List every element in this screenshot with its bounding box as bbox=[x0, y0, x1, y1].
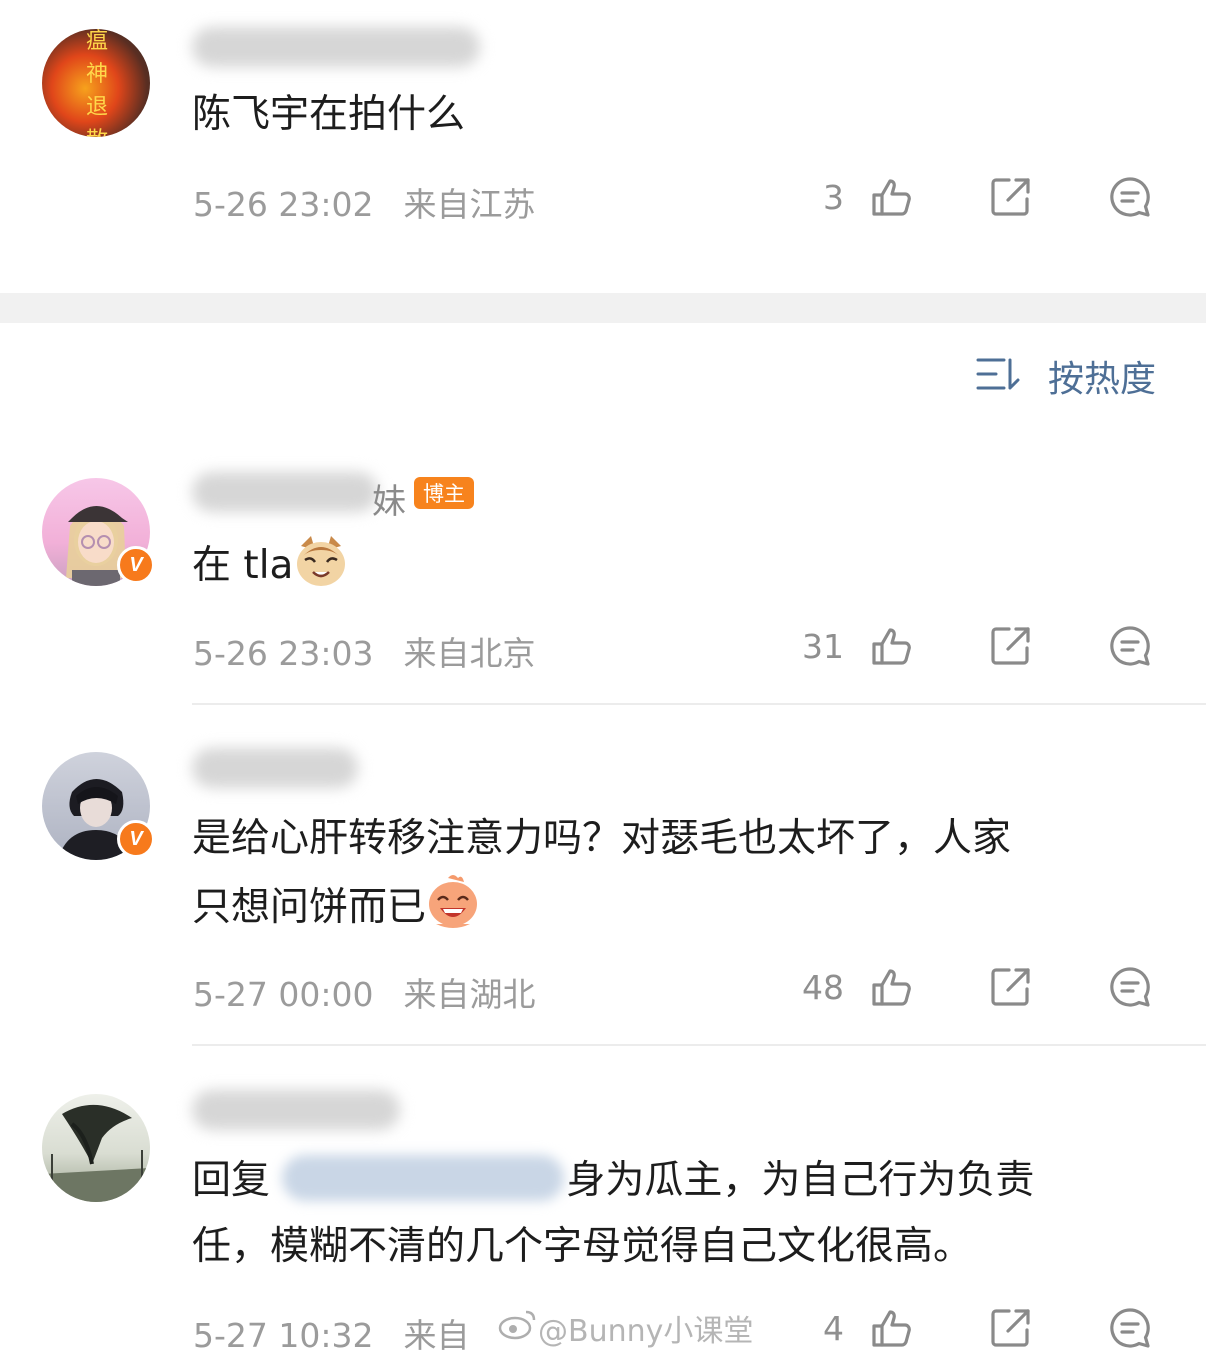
like-count: 31 bbox=[802, 627, 844, 666]
comment-time: 5-27 10:32 bbox=[193, 1316, 374, 1355]
comment-time: 5-27 00:00 bbox=[193, 975, 374, 1014]
cat-emoji-icon bbox=[293, 532, 349, 609]
sort-label: 按热度 bbox=[1048, 359, 1157, 400]
like-count: 3 bbox=[823, 178, 844, 217]
username-blurred[interactable] bbox=[192, 27, 480, 67]
reply-icon[interactable] bbox=[1108, 1306, 1152, 1350]
comment-meta: 5-27 00:00 来自湖北 bbox=[193, 968, 536, 1016]
reply-icon[interactable] bbox=[1108, 965, 1152, 1009]
share-icon[interactable] bbox=[989, 1306, 1033, 1350]
like-icon[interactable] bbox=[870, 965, 914, 1009]
comment-meta: 5-26 23:03 来自北京 bbox=[193, 627, 536, 675]
sort-by-hot-button[interactable]: 按热度 bbox=[976, 350, 1156, 402]
comment-location: 来自 bbox=[403, 1316, 470, 1355]
comment-location: 来自北京 bbox=[403, 634, 536, 673]
comment-text: 陈飞宇在拍什么 bbox=[192, 92, 466, 137]
like-count: 48 bbox=[802, 968, 844, 1007]
weibo-logo-icon bbox=[498, 1308, 538, 1348]
avatar[interactable] bbox=[42, 1094, 150, 1202]
username-blurred[interactable] bbox=[192, 748, 358, 788]
avatar-text: 瘟 神 退 散 bbox=[85, 29, 108, 137]
section-divider bbox=[0, 293, 1206, 323]
verified-badge: V bbox=[117, 546, 155, 584]
share-icon[interactable] bbox=[989, 175, 1033, 219]
comment-time: 5-26 23:03 bbox=[193, 634, 374, 673]
like-icon[interactable] bbox=[870, 1306, 914, 1350]
comment-time: 5-26 23:02 bbox=[193, 185, 374, 224]
like-count: 4 bbox=[823, 1309, 844, 1348]
reply-target-blurred[interactable] bbox=[282, 1155, 565, 1201]
sort-icon bbox=[976, 354, 1022, 398]
like-icon[interactable] bbox=[870, 175, 914, 219]
username-blurred[interactable] bbox=[192, 472, 378, 512]
username-tail: 妹 bbox=[372, 482, 406, 522]
laughing-emoji-icon bbox=[426, 872, 480, 951]
comment-separator bbox=[192, 703, 1206, 705]
comment-location: 来自湖北 bbox=[403, 975, 536, 1014]
comment-meta: 5-27 10:32 来自 bbox=[193, 1309, 470, 1357]
comment-meta: 5-26 23:02 来自江苏 bbox=[193, 178, 536, 226]
reply-icon[interactable] bbox=[1108, 175, 1152, 219]
username-blurred[interactable] bbox=[192, 1090, 400, 1130]
comment-text: 在 tla bbox=[192, 532, 349, 609]
reply-prefix: 回复 bbox=[192, 1158, 271, 1203]
comment-text: 回复 身为瓜主，为自己行为负责 任，模糊不清的几个字母觉得自己文化很高。 bbox=[192, 1148, 1034, 1280]
watermark: @Bunny小课堂 bbox=[498, 1306, 753, 1350]
avatar[interactable]: 瘟 神 退 散 bbox=[42, 29, 150, 137]
verified-badge: V bbox=[117, 820, 155, 858]
share-icon[interactable] bbox=[989, 965, 1033, 1009]
blogger-badge: 博主 bbox=[414, 477, 474, 509]
comment-separator bbox=[192, 1044, 1206, 1046]
comment-location: 来自江苏 bbox=[403, 185, 536, 224]
reply-icon[interactable] bbox=[1108, 624, 1152, 668]
share-icon[interactable] bbox=[989, 624, 1033, 668]
like-icon[interactable] bbox=[870, 624, 914, 668]
comment-text: 是给心肝转移注意力吗？对瑟毛也太坏了，人家 只想问饼而已 bbox=[192, 806, 1011, 951]
